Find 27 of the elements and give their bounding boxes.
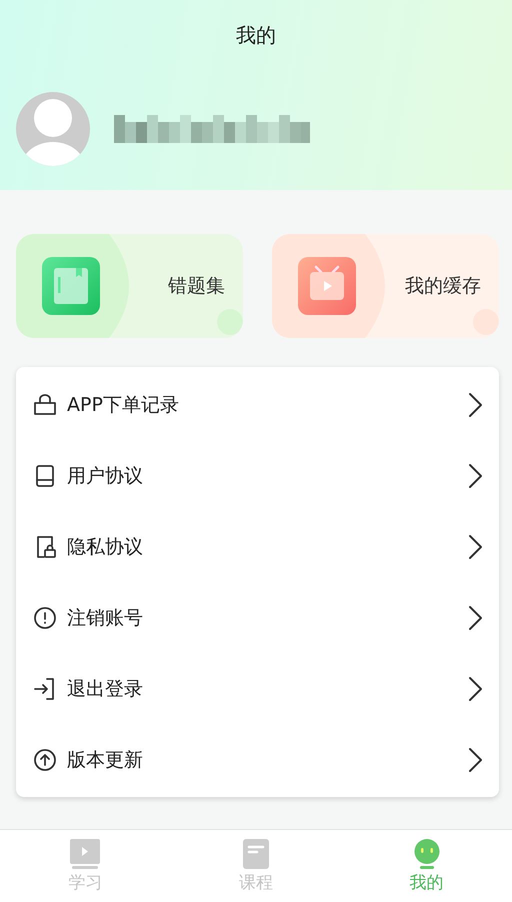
chevron-right-icon [467, 534, 483, 560]
chevron-right-icon [467, 604, 483, 630]
menu-item[interactable]: 版本更新 [16, 724, 499, 795]
tv-app-icon [298, 257, 356, 315]
chevron-right-icon [467, 462, 483, 488]
chevron-right-icon [467, 676, 483, 702]
menu-item[interactable]: 注销账号 [16, 582, 499, 653]
video-icon [70, 838, 100, 868]
document-icon [243, 838, 269, 868]
book-app-icon [42, 257, 100, 315]
logout-icon [33, 676, 57, 700]
shortcut-label: 我的缓存 [405, 274, 481, 299]
menu-item[interactable]: 退出登录 [16, 653, 499, 724]
menu-item[interactable]: 隐私协议 [16, 511, 499, 582]
menu-item[interactable]: 用户协议 [16, 440, 499, 511]
page-title: 我的 [236, 22, 276, 49]
shortcut-card[interactable]: 我的缓存 [272, 234, 499, 338]
shopping-bag-icon [33, 392, 57, 416]
face-icon [412, 838, 441, 868]
menu-item[interactable]: APP下单记录 [16, 369, 499, 440]
chevron-right-icon [467, 392, 483, 418]
chevron-right-icon [467, 746, 483, 772]
shortcut-card[interactable]: 错题集 [16, 234, 243, 338]
shortcut-label: 错题集 [168, 274, 225, 299]
upgrade-icon [33, 748, 57, 772]
book-icon [33, 464, 57, 488]
alert-icon [33, 606, 57, 630]
